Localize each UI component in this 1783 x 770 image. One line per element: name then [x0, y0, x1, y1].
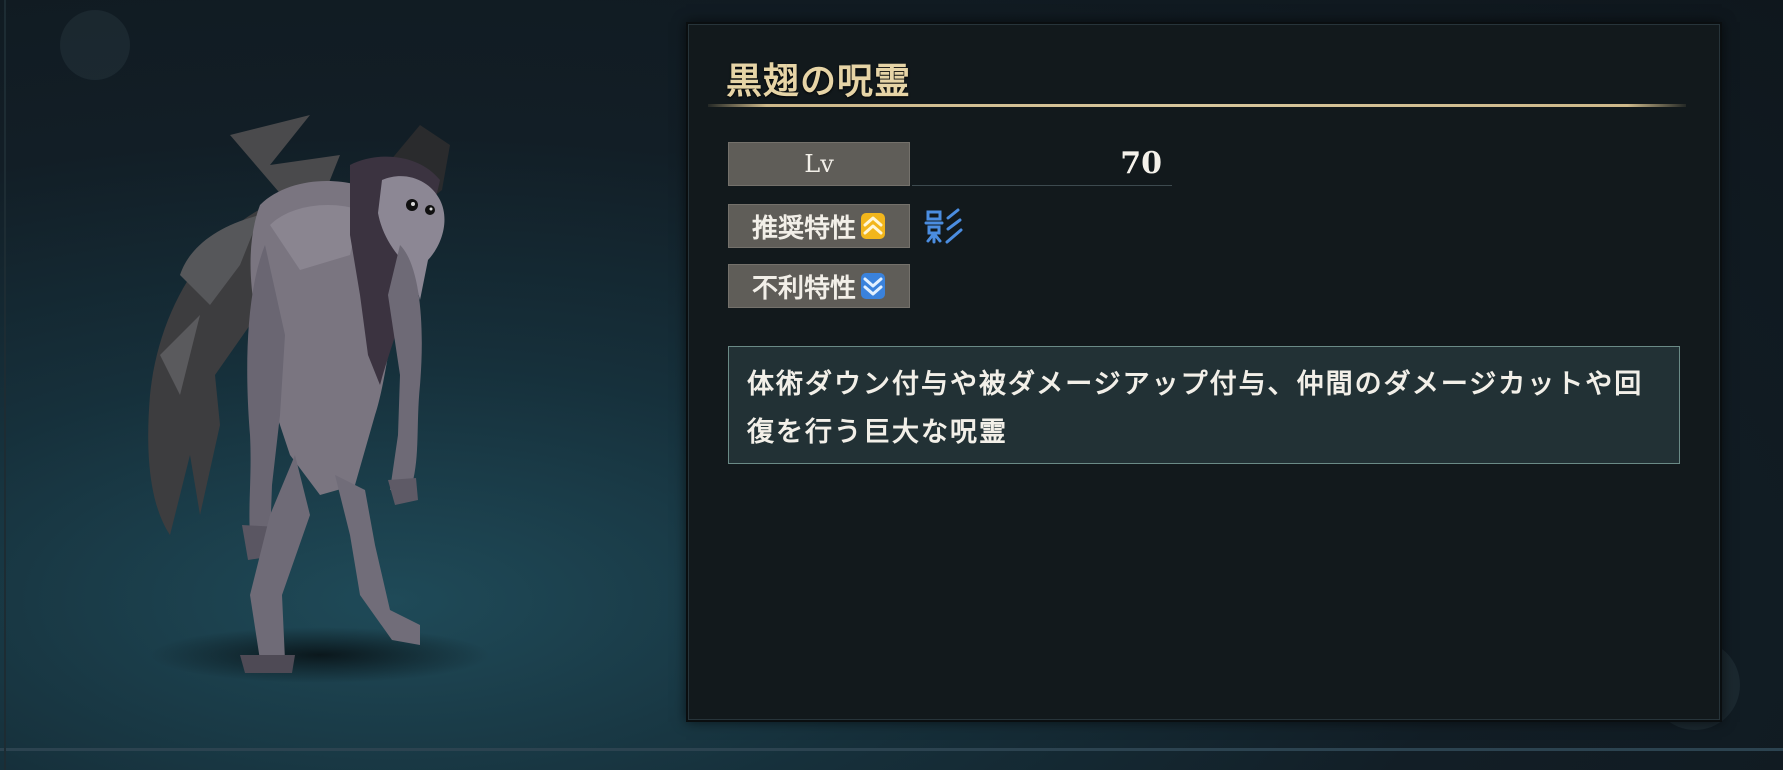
bottom-frame-line	[0, 748, 1783, 751]
bg-speckle	[60, 10, 130, 80]
title-divider	[708, 104, 1686, 107]
enemy-description: 体術ダウン付与や被ダメージアップ付与、仲間のダメージカットや回復を行う巨大な呪霊	[728, 346, 1680, 464]
double-chevron-up-icon	[861, 213, 885, 239]
double-chevron-down-icon	[861, 273, 885, 299]
recommended-trait-label: 推奨特性	[728, 204, 910, 248]
enemy-portrait	[120, 95, 540, 695]
left-frame-line	[4, 0, 6, 770]
level-value: 70	[912, 142, 1172, 186]
weak-trait-label: 不利特性	[728, 264, 910, 308]
weak-trait-text: 不利特性	[751, 273, 856, 304]
level-label-text: Lv	[804, 150, 834, 178]
recommended-trait-text: 推奨特性	[751, 213, 856, 244]
shadow-trait-icon	[924, 208, 963, 244]
enemy-info-panel: 黒翅の呪霊 Lv 70 推奨特性 不利特性 体術ダウン付与や被ダメージアップ付与…	[686, 22, 1722, 722]
enemy-name: 黒翅の呪霊	[726, 60, 912, 102]
level-label: Lv	[728, 142, 910, 186]
